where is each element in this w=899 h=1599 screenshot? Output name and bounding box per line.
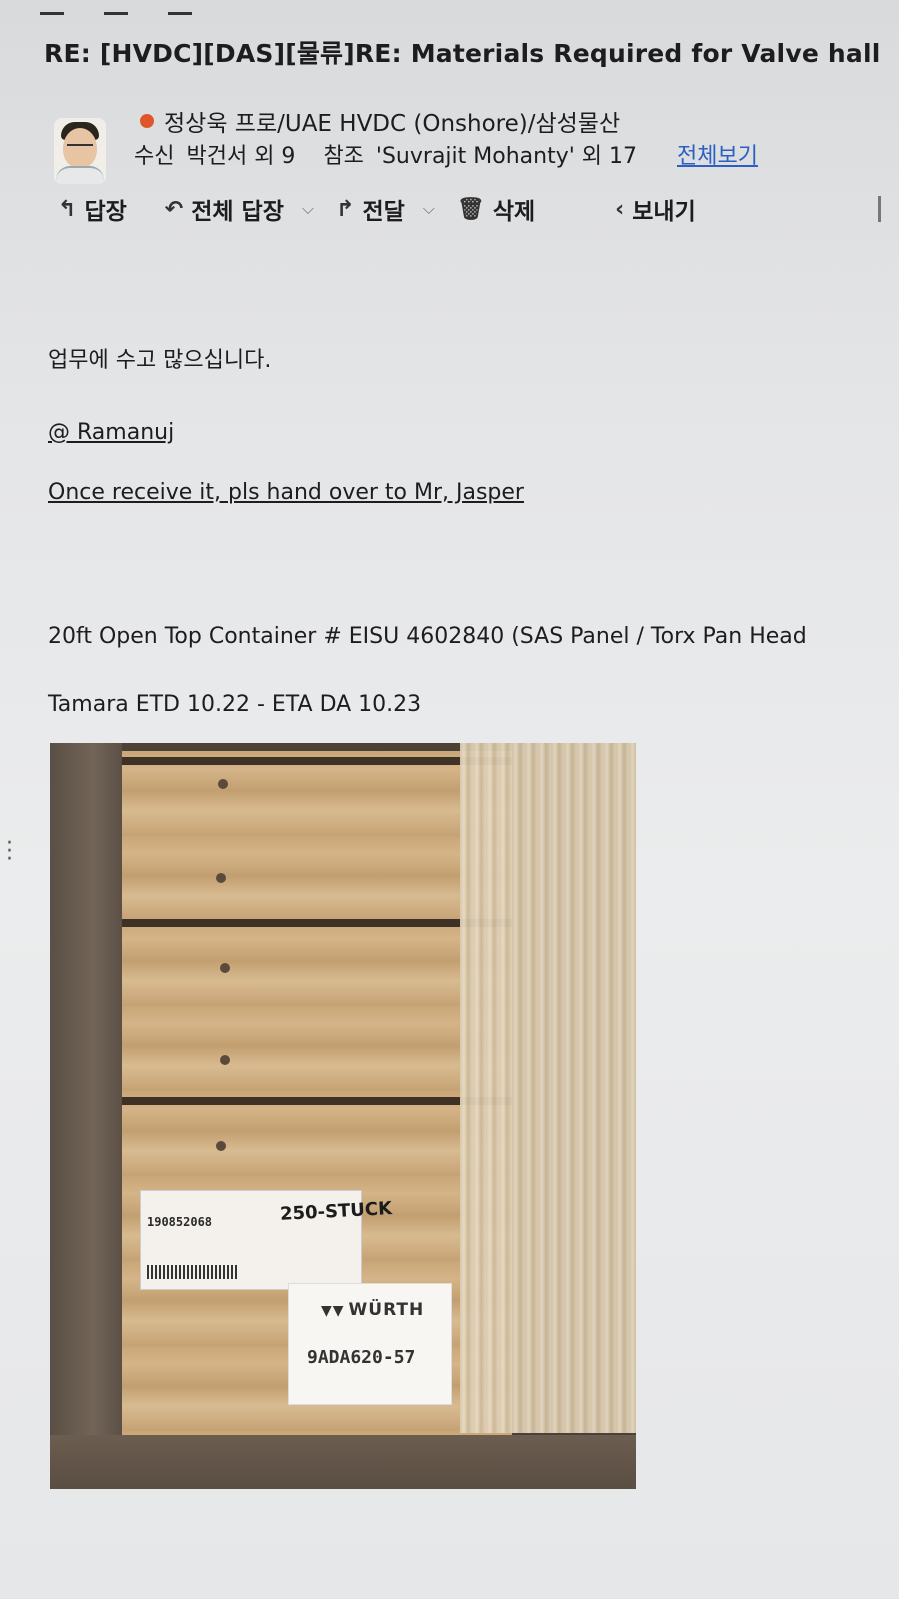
reply-button[interactable]: ↰ 답장 [58, 192, 127, 226]
window-icon[interactable] [104, 0, 128, 15]
sender-row[interactable]: 정상욱 프로/UAE HVDC (Onshore)/삼성물산 [140, 104, 620, 138]
reply-all-label: 전체 답장 [191, 199, 284, 225]
reply-all-chevron-down-icon[interactable]: ⌵ [302, 199, 314, 219]
part-code: 9ADA620-57 [307, 1347, 416, 1368]
cc-label: 참조 [323, 144, 364, 169]
body-greeting: 업무에 수고 많으십니다. [48, 348, 272, 373]
reply-icon: ↰ [58, 196, 77, 222]
forward-icon: ↱ [336, 196, 355, 222]
share-icon: ‹ [615, 196, 625, 222]
action-toolbar: ↰ 답장 ↶ 전체 답장 ⌵ ↱ 전달 ⌵ 🗑 삭제 ‹ 보내기 [58, 192, 696, 226]
reply-all-icon: ↶ [164, 196, 184, 222]
sender-name[interactable]: 정상욱 프로/UAE HVDC (Onshore)/삼성물산 [164, 104, 620, 138]
to-label: 수신 [134, 144, 175, 169]
share-label: 보내기 [632, 199, 696, 225]
more-options-icon[interactable]: · · · [6, 833, 13, 871]
reply-all-button[interactable]: ↶ 전체 답장 [165, 192, 284, 226]
email-subject: RE: [HVDC][DAS][물류]RE: Materials Require… [44, 39, 881, 68]
wurth-logo-icon: ▼▼ [321, 1303, 345, 1319]
brand-text: WÜRTH [348, 1300, 425, 1320]
body-mention[interactable]: @ Ramanuj [48, 420, 174, 445]
share-button[interactable]: ‹ 보내기 [615, 192, 696, 226]
attached-photo[interactable]: 190852068 250-STUCK ▼▼ WÜRTH 9ADA620-57 [50, 743, 636, 1489]
delete-label: 삭제 [492, 199, 536, 225]
top-toolbar [40, 0, 192, 16]
delete-button[interactable]: 🗑 삭제 [457, 192, 535, 226]
recipients-row: 수신 박건서 외 9 참조 'Suvrajit Mohanty' 외 17 전체… [134, 138, 758, 170]
cc-value[interactable]: 'Suvrajit Mohanty' 외 17 [376, 138, 637, 170]
new-window-icon[interactable] [168, 0, 192, 15]
to-value[interactable]: 박건서 외 9 [186, 138, 295, 170]
forward-chevron-down-icon[interactable]: ⌵ [423, 199, 435, 219]
body-schedule: Tamara ETD 10.22 - ETA DA 10.23 [48, 692, 422, 717]
view-all-link[interactable]: 전체보기 [677, 138, 758, 170]
label-number: 190852068 [147, 1215, 213, 1229]
wurth-label: ▼▼ WÜRTH 9ADA620-57 [288, 1283, 452, 1405]
back-icon[interactable] [40, 0, 64, 15]
forward-button[interactable]: ↱ 전달 [336, 192, 405, 226]
toolbar-divider [878, 196, 881, 222]
trash-icon: 🗑 [456, 196, 485, 222]
reply-label: 답장 [84, 199, 127, 225]
avatar[interactable] [54, 118, 106, 184]
body-instruction: Once receive it, pls hand over to Mr, Ja… [48, 480, 524, 505]
forward-label: 전달 [362, 199, 405, 225]
body-container: 20ft Open Top Container # EISU 4602840 (… [48, 624, 807, 649]
presence-dot-icon [140, 114, 154, 128]
